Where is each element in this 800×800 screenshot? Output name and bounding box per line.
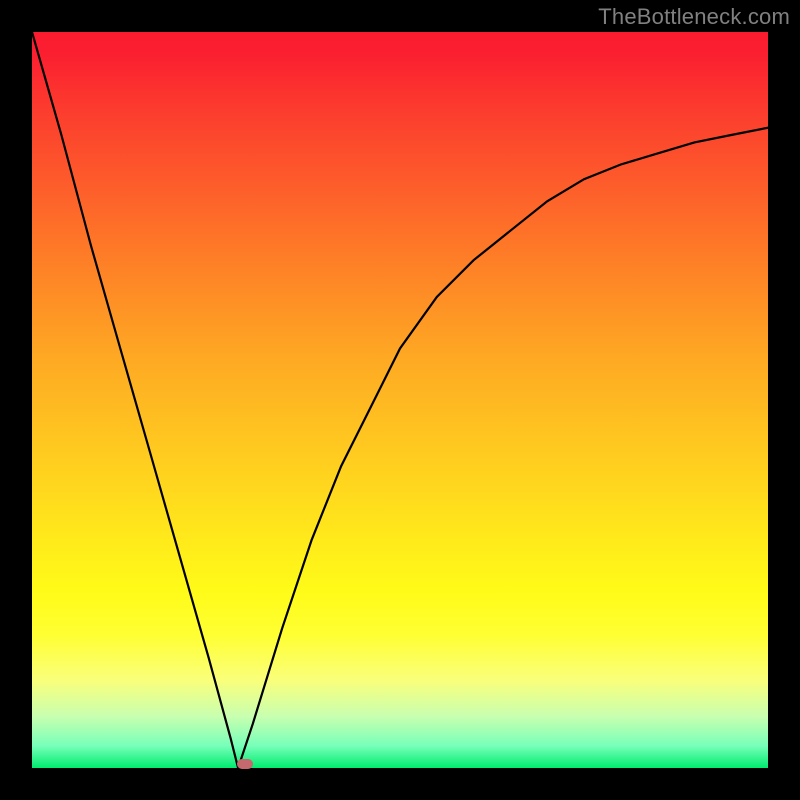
optimal-marker [237, 759, 253, 769]
watermark-text: TheBottleneck.com [598, 4, 790, 30]
bottleneck-curve [32, 32, 768, 768]
chart-frame: TheBottleneck.com [0, 0, 800, 800]
plot-area [32, 32, 768, 768]
curve-path [32, 32, 768, 768]
